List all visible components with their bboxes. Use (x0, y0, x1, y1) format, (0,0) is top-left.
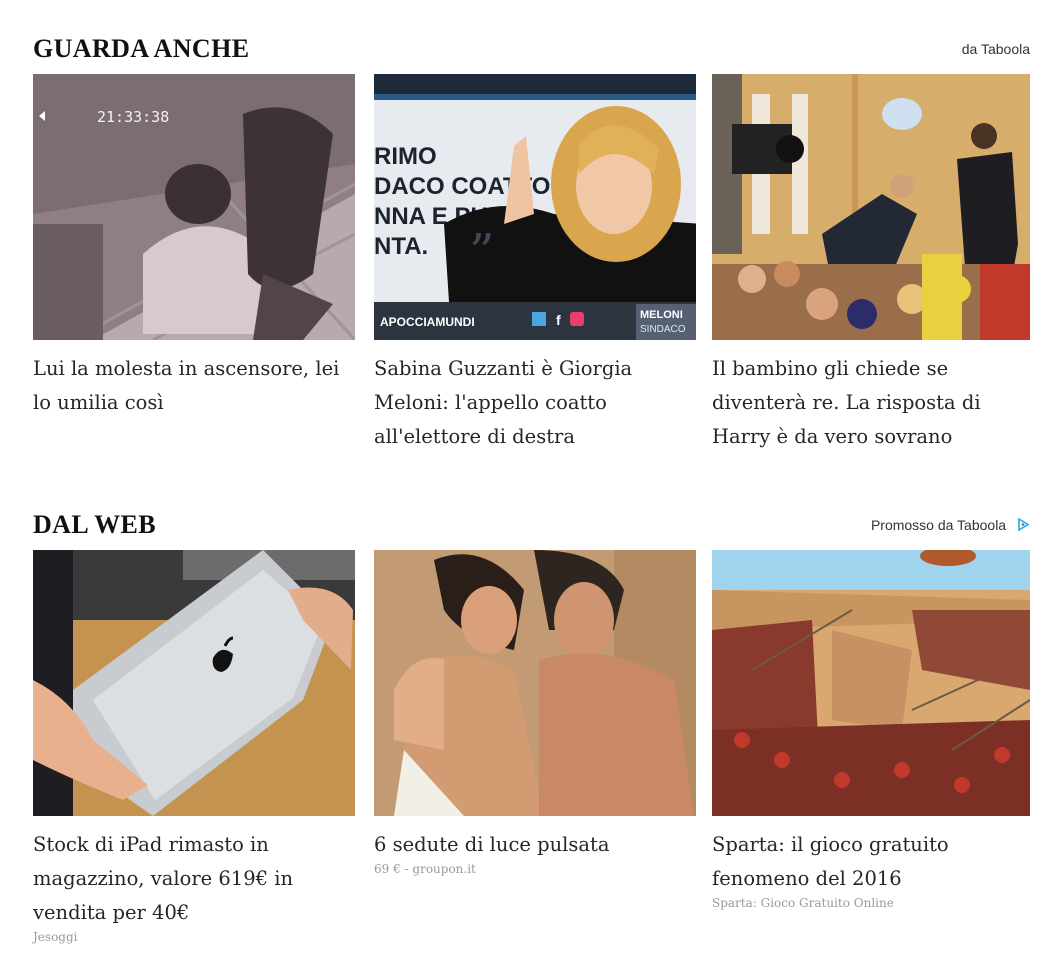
card-thumbnail[interactable] (33, 550, 355, 816)
sponsored-card[interactable]: 6 sedute di luce pulsata 69 € - groupon.… (374, 550, 696, 876)
section-title: GUARDA ANCHE (33, 34, 250, 63)
taboola-link[interactable]: da Taboola (962, 41, 1030, 57)
card-title[interactable]: Il bambino gli chiede se diventerà re. L… (712, 352, 1030, 454)
card-source[interactable]: 69 € - groupon.it (374, 862, 696, 876)
sponsored-card[interactable]: Stock di iPad rimasto in magazzino, valo… (33, 550, 355, 944)
dal-web-section: DAL WEB Promosso da Taboola Stock di iPa… (33, 504, 1030, 944)
card-title[interactable]: Sparta: il gioco gratuito fenomeno del 2… (712, 828, 1030, 896)
section-title: DAL WEB (33, 510, 156, 539)
card-title[interactable]: Stock di iPad rimasto in magazzino, valo… (33, 828, 355, 930)
taboola-widget: GUARDA ANCHE da Taboola 21:33:38 Lui la … (0, 0, 1049, 974)
card-thumbnail[interactable]: RIMO DACO COATTO NNA E PUR NTA. ” APOCCI… (374, 74, 696, 340)
card-thumbnail[interactable] (712, 74, 1030, 340)
sponsored-card[interactable]: Sparta: il gioco gratuito fenomeno del 2… (712, 550, 1030, 910)
section-header: DAL WEB Promosso da Taboola (33, 504, 1030, 548)
card-thumbnail[interactable]: 21:33:38 (33, 74, 355, 340)
card-title[interactable]: Lui la molesta in ascensore, lei lo umil… (33, 352, 355, 420)
facebook-icon: f (556, 312, 561, 328)
guarda-anche-section: GUARDA ANCHE da Taboola 21:33:38 Lui la … (33, 28, 1030, 448)
card-title[interactable]: Sabina Guzzanti è Giorgia Meloni: l'appe… (374, 352, 696, 454)
svg-text:SINDACO: SINDACO (640, 324, 686, 335)
svg-text:”: ” (469, 223, 495, 281)
video-timestamp: 21:33:38 (97, 108, 169, 126)
card-row: 21:33:38 Lui la molesta in ascensore, le… (33, 74, 1030, 494)
svg-text:RIMO: RIMO (374, 143, 437, 170)
card-source[interactable]: Jesoggi (33, 930, 355, 944)
svg-text:f: f (556, 312, 561, 328)
twitter-icon (532, 312, 546, 326)
card-thumbnail[interactable] (374, 550, 696, 816)
card-row: Stock di iPad rimasto in magazzino, valo… (33, 550, 1030, 970)
svg-text:NTA.: NTA. (374, 233, 428, 260)
section-header: GUARDA ANCHE da Taboola (33, 28, 1030, 72)
svg-text:MELONI: MELONI (640, 309, 683, 321)
card-source[interactable]: Sparta: Gioco Gratuito Online (712, 896, 1030, 910)
instagram-icon (570, 312, 584, 326)
card-thumbnail[interactable] (712, 550, 1030, 816)
recommendation-card[interactable]: 21:33:38 Lui la molesta in ascensore, le… (33, 74, 355, 420)
card-title[interactable]: 6 sedute di luce pulsata (374, 828, 696, 862)
recommendation-card[interactable]: RIMO DACO COATTO NNA E PUR NTA. ” APOCCI… (374, 74, 696, 454)
svg-text:APOCCIAMUNDI: APOCCIAMUNDI (380, 315, 475, 329)
adchoices-icon[interactable] (1017, 518, 1030, 531)
recommendation-card[interactable]: Il bambino gli chiede se diventerà re. L… (712, 74, 1030, 454)
promoted-label: Promosso da Taboola (870, 517, 1007, 533)
promoted-by-taboola-link[interactable]: Promosso da Taboola (871, 517, 1030, 533)
